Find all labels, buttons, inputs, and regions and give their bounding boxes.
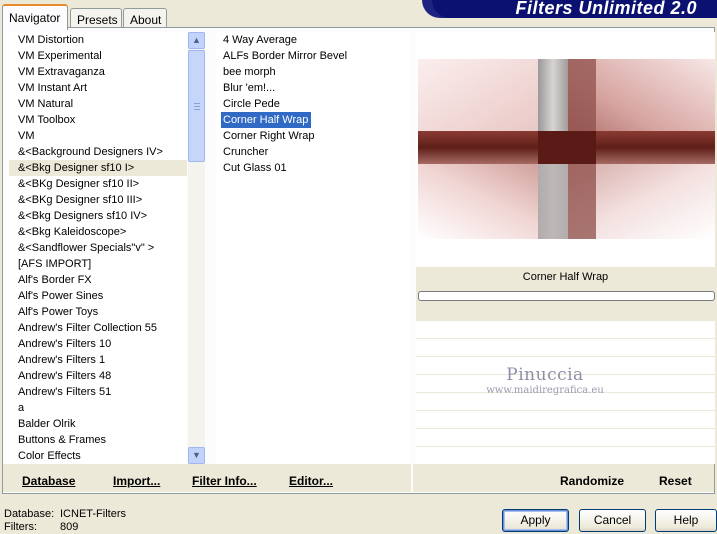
category-item[interactable]: Andrew's Filter Collection 55 <box>9 320 187 336</box>
import-button[interactable]: Import... <box>113 474 160 488</box>
status-database-value: ICNET-Filters <box>60 508 126 520</box>
row-divider <box>416 410 715 411</box>
category-item[interactable]: VM Distortion <box>9 32 187 48</box>
category-item[interactable]: [AFS IMPORT] <box>9 256 187 272</box>
cancel-button[interactable]: Cancel <box>579 509 646 532</box>
filter-item[interactable]: Corner Right Wrap <box>216 128 410 144</box>
category-item[interactable]: &<BKg Designer sf10 III> <box>9 192 187 208</box>
preview-image <box>418 59 715 239</box>
category-item[interactable]: &<Bkg Designers sf10 IV> <box>9 208 187 224</box>
status-database: Database: ICNET-Filters <box>4 508 126 520</box>
category-item[interactable]: VM Extravaganza <box>9 64 187 80</box>
help-button[interactable]: Help <box>655 509 717 532</box>
app-banner: Filters Unlimited 2.0 <box>422 0 717 18</box>
category-item[interactable]: &<Background Designers IV> <box>9 144 187 160</box>
category-item[interactable]: Andrew's Filters 1 <box>9 352 187 368</box>
status-filters: Filters: 809 <box>4 521 78 533</box>
row-divider <box>416 392 715 393</box>
bottom-bar-divider <box>411 464 413 492</box>
preview-caption: Corner Half Wrap <box>522 271 609 283</box>
category-item[interactable]: Andrew's Filters 48 <box>9 368 187 384</box>
filter-item[interactable]: Blur 'em!... <box>216 80 410 96</box>
category-item[interactable]: &<Bkg Kaleidoscope> <box>9 224 187 240</box>
category-item[interactable]: Andrew's Filters 10 <box>9 336 187 352</box>
grip-icon <box>194 103 200 110</box>
category-item[interactable]: VM Toolbox <box>9 112 187 128</box>
category-item[interactable]: VM Natural <box>9 96 187 112</box>
filter-info-button[interactable]: Filter Info... <box>192 474 257 488</box>
tab-navigator[interactable]: Navigator <box>2 4 68 30</box>
row-divider <box>416 446 715 447</box>
category-list[interactable]: VM Distortion VM Experimental VM Extravaga… <box>9 32 187 464</box>
editor-button[interactable]: Editor... <box>289 474 333 488</box>
filter-item[interactable]: bee morph <box>216 64 410 80</box>
category-item[interactable]: Alf's Border FX <box>9 272 187 288</box>
scroll-up-button[interactable]: ▲ <box>188 32 205 49</box>
row-divider <box>416 338 715 339</box>
row-divider <box>416 428 715 429</box>
row-divider <box>416 374 715 375</box>
category-item[interactable]: Buttons & Frames <box>9 432 187 448</box>
category-item[interactable]: Alf's Power Toys <box>9 304 187 320</box>
parameter-rows <box>416 322 715 464</box>
filter-item[interactable]: ALFs Border Mirror Bevel <box>216 48 410 64</box>
reset-button[interactable]: Reset <box>659 474 692 488</box>
status-filters-label: Filters: <box>4 521 37 533</box>
preview-parameter-field[interactable] <box>418 291 715 301</box>
category-item[interactable]: &<Sandflower Specials"v" > <box>9 240 187 256</box>
randomize-button[interactable]: Randomize <box>560 474 624 488</box>
scroll-thumb[interactable] <box>188 50 205 162</box>
database-button[interactable]: Database <box>22 474 75 488</box>
row-divider <box>416 356 715 357</box>
category-item[interactable]: VM Instant Art <box>9 80 187 96</box>
status-filters-value: 809 <box>60 521 79 533</box>
apply-button[interactable]: Apply <box>502 509 569 532</box>
category-item[interactable]: &<Bkg Designer sf10 I> <box>9 160 187 176</box>
filter-list[interactable]: 4 Way Average ALFs Border Mirror Bevel bee… <box>216 32 410 464</box>
filter-item[interactable]: Cruncher <box>216 144 410 160</box>
category-item[interactable]: Alf's Power Sines <box>9 288 187 304</box>
category-item[interactable]: VM <box>9 128 187 144</box>
category-item[interactable]: &<BKg Designer sf10 II> <box>9 176 187 192</box>
category-scrollbar[interactable]: ▲ ▼ <box>188 32 205 464</box>
category-item[interactable]: VM Experimental <box>9 48 187 64</box>
status-database-label: Database: <box>4 508 55 520</box>
scroll-down-button[interactable]: ▼ <box>188 447 205 464</box>
category-item[interactable]: Balder Olrik <box>9 416 187 432</box>
app-title: Filters Unlimited 2.0 <box>515 0 697 18</box>
filter-item[interactable]: 4 Way Average <box>216 32 410 48</box>
category-item[interactable]: Color Effects <box>9 448 187 464</box>
filter-item[interactable]: Cut Glass 01 <box>216 160 410 176</box>
category-item[interactable]: a <box>9 400 187 416</box>
filter-item[interactable]: Circle Pede <box>216 96 410 112</box>
filter-item[interactable]: Corner Half Wrap <box>221 112 311 128</box>
category-item[interactable]: Andrew's Filters 51 <box>9 384 187 400</box>
